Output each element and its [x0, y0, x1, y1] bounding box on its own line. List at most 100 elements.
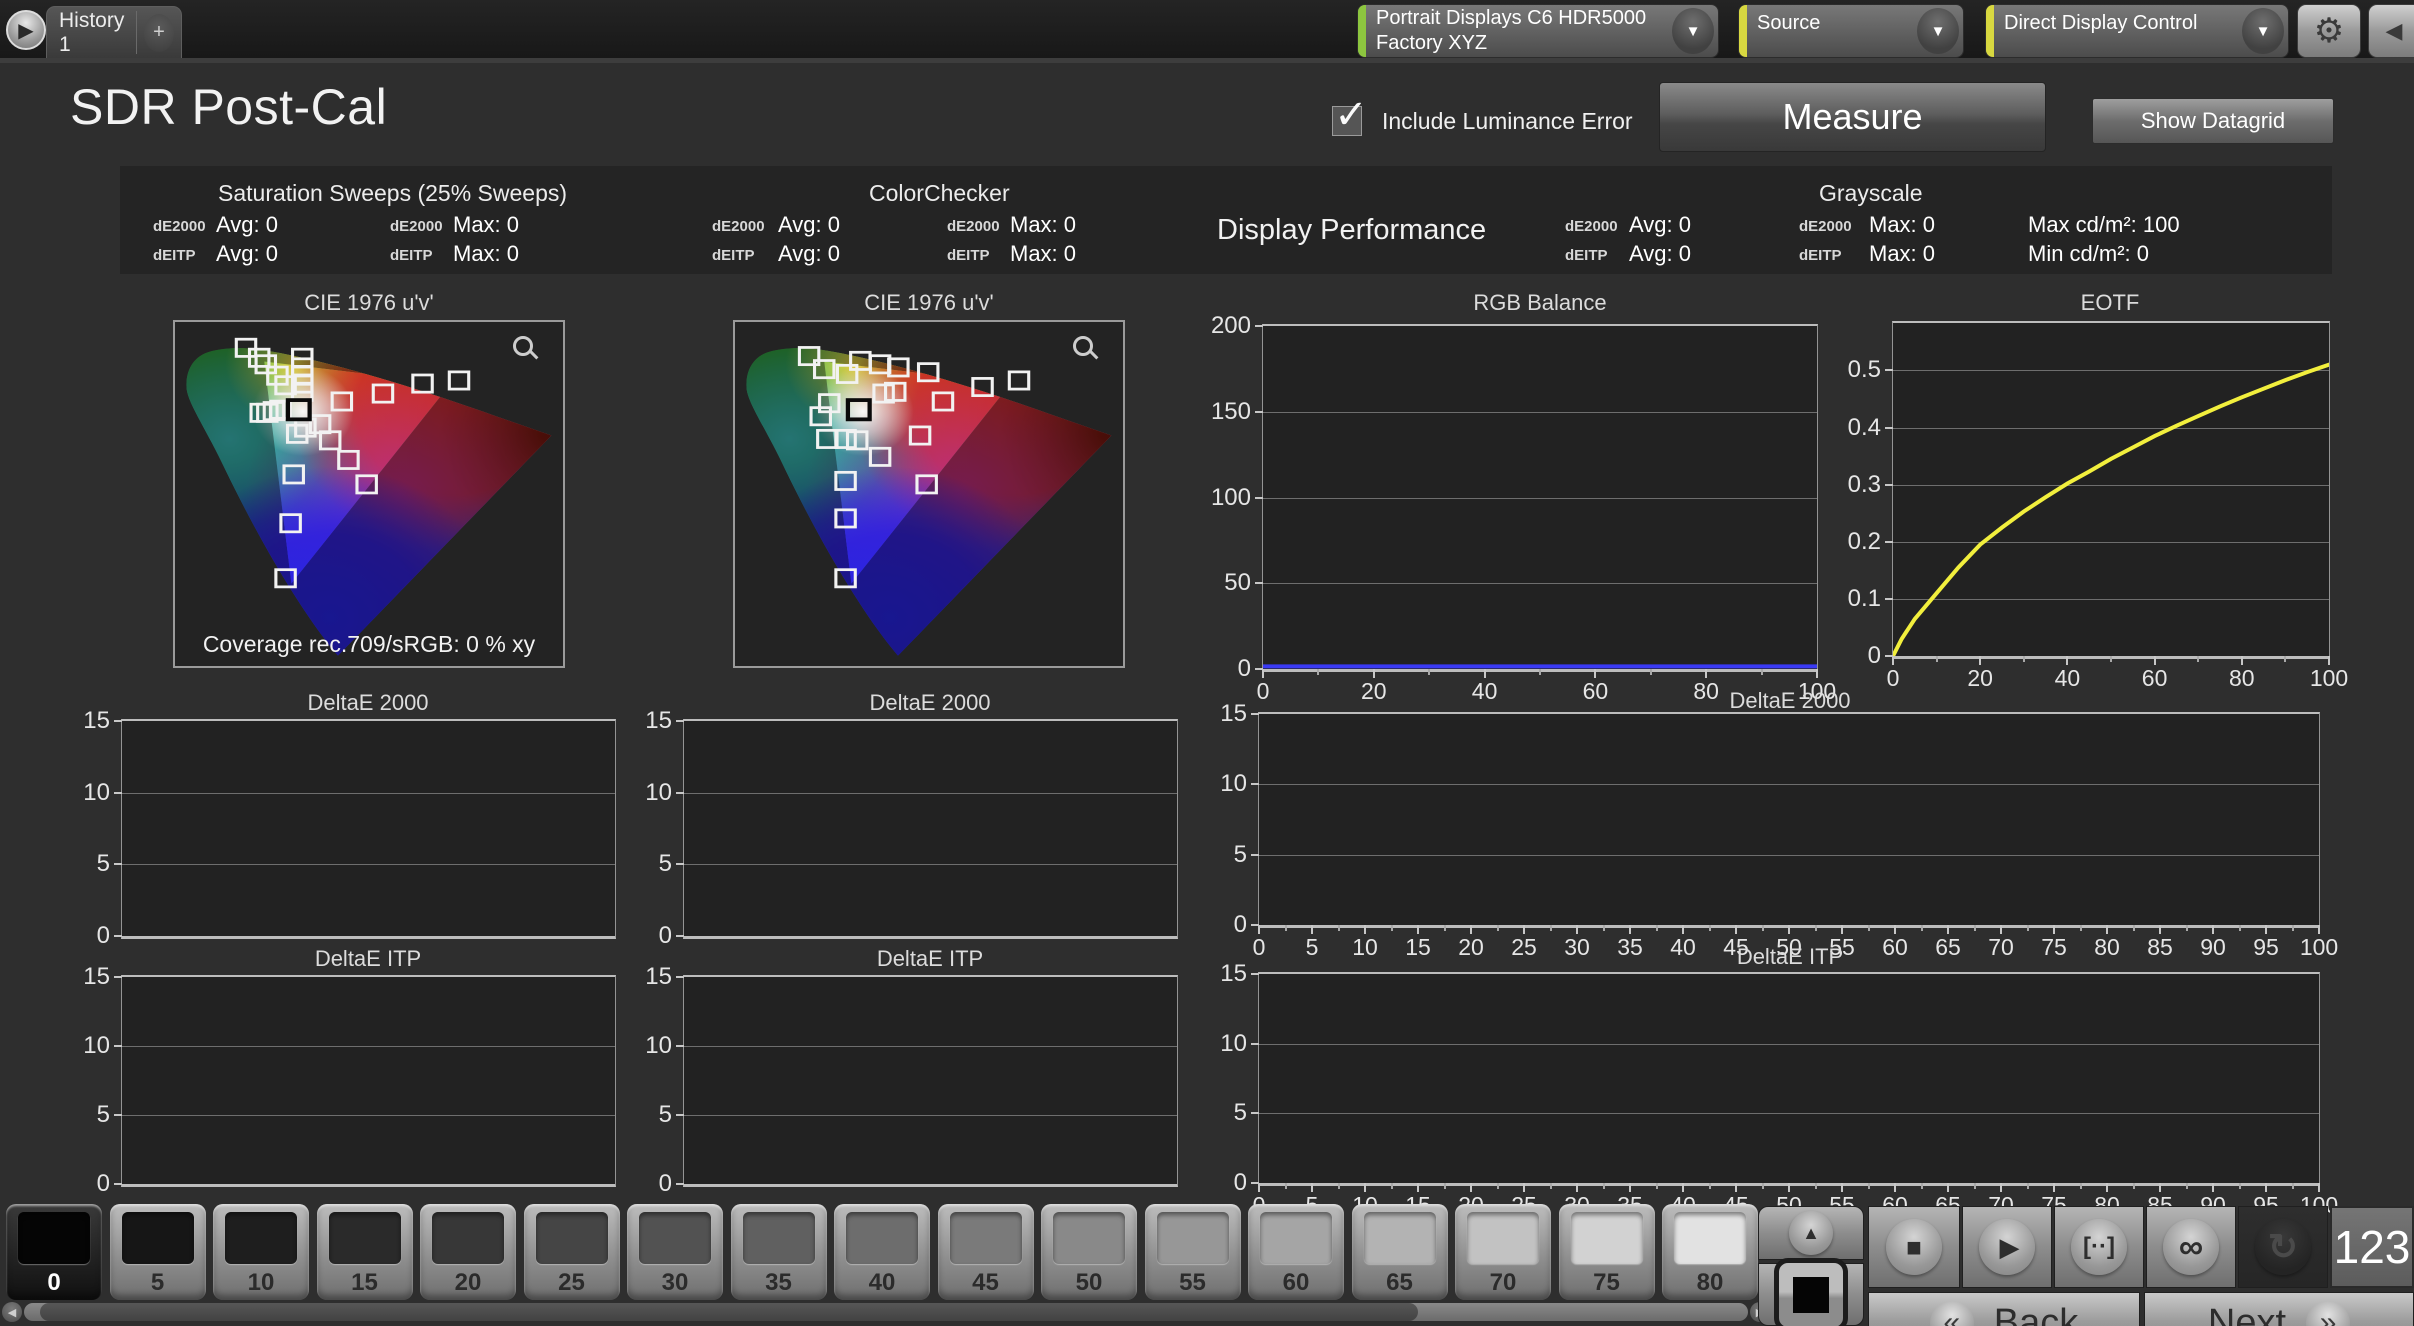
y-tick-label: 5 — [659, 1101, 672, 1129]
chart-title: DeltaE 2000 — [168, 690, 568, 716]
patch-button-45[interactable]: 45 — [938, 1204, 1034, 1300]
scroll-left-button[interactable]: ◀ — [2, 1302, 22, 1322]
x-tick-label: 10 — [1352, 934, 1378, 961]
x-tick-minor — [1391, 925, 1393, 931]
patch-button-5[interactable]: 5 — [110, 1204, 206, 1300]
patch-button-65[interactable]: 65 — [1352, 1204, 1448, 1300]
patch-swatch — [122, 1212, 194, 1264]
patch-button-40[interactable]: 40 — [834, 1204, 930, 1300]
x-tick-minor — [2186, 1183, 2188, 1189]
patch-button-80[interactable]: 80 — [1662, 1204, 1758, 1300]
y-tick-mark — [1255, 325, 1263, 327]
gridline — [684, 1046, 1177, 1047]
magnifier-icon[interactable] — [513, 336, 533, 356]
patch-button-20[interactable]: 20 — [420, 1204, 516, 1300]
stat-value: Avg: 0 — [216, 212, 278, 238]
y-tick-label: 50 — [1224, 569, 1251, 597]
patch-button-60[interactable]: 60 — [1248, 1204, 1344, 1300]
x-tick-minor — [1815, 1183, 1817, 1189]
meter-status-accent — [1358, 5, 1366, 57]
window-position-button[interactable] — [1758, 1263, 1864, 1326]
x-tick-mark — [1262, 669, 1264, 678]
x-tick-minor — [1656, 1183, 1658, 1189]
x-tick-mark — [1373, 669, 1375, 678]
next-chevrons-icon: » — [2306, 1301, 2350, 1326]
x-tick-mark — [1576, 925, 1578, 934]
x-tick-minor — [1428, 669, 1430, 675]
stat-value: Max: 0 — [1010, 241, 1076, 267]
x-tick-label: 25 — [1511, 934, 1537, 961]
de2000-grayscale-plot: 0510150510152025303540455055606570758085… — [1258, 712, 2320, 928]
patch-label: 30 — [627, 1269, 723, 1297]
chart-title: EOTF — [1910, 290, 2310, 316]
play-button[interactable]: ▶ — [1962, 1206, 2052, 1288]
next-button[interactable]: Next » — [2144, 1292, 2414, 1326]
source-dropdown[interactable]: Source ▼ — [1738, 4, 1964, 58]
x-tick-label: 0 — [1253, 934, 1266, 961]
measure-button[interactable]: Measure — [1659, 82, 2046, 152]
chart-title: DeltaE 2000 — [730, 690, 1130, 716]
y-tick-mark — [114, 976, 122, 978]
x-tick-mark — [2265, 925, 2267, 934]
gamut-target-marker — [1009, 372, 1028, 389]
x-tick-label: 100 — [2300, 934, 2338, 961]
y-tick-mark — [114, 792, 122, 794]
x-tick-mark — [1258, 1183, 1260, 1192]
y-tick-mark — [676, 863, 684, 865]
y-tick-label: 0 — [1868, 642, 1881, 670]
patch-button-10[interactable]: 10 — [213, 1204, 309, 1300]
patch-button-50[interactable]: 50 — [1041, 1204, 1137, 1300]
y-tick-label: 5 — [1234, 1099, 1247, 1127]
x-tick-mark — [1947, 925, 1949, 934]
patch-button-15[interactable]: 15 — [317, 1204, 413, 1300]
x-tick-mark — [1841, 925, 1843, 934]
patch-button-55[interactable]: 55 — [1145, 1204, 1241, 1300]
add-tab-button[interactable]: + — [137, 7, 181, 58]
x-tick-mark — [1788, 1183, 1790, 1192]
y-tick-label: 15 — [645, 707, 672, 735]
patch-label: 35 — [731, 1269, 827, 1297]
x-tick-minor — [2186, 925, 2188, 931]
continuous-read-button[interactable]: ∞ — [2146, 1206, 2236, 1288]
read-window-button[interactable]: [··] — [2054, 1206, 2144, 1288]
history-tab[interactable]: History 1 + — [46, 6, 182, 58]
y-tick-mark — [1255, 411, 1263, 413]
meter-dropdown[interactable]: Portrait Displays C6 HDR5000 Factory XYZ… — [1357, 4, 1719, 58]
y-tick-label: 5 — [1234, 841, 1247, 869]
magnifier-icon[interactable] — [1073, 336, 1093, 356]
gridline — [1259, 1044, 2319, 1045]
patch-swatch — [432, 1212, 504, 1264]
patch-button-35[interactable]: 35 — [731, 1204, 827, 1300]
show-datagrid-button[interactable]: Show Datagrid — [2092, 98, 2334, 144]
patch-button-75[interactable]: 75 — [1559, 1204, 1655, 1300]
x-tick-minor — [1868, 925, 1870, 931]
patch-button-70[interactable]: 70 — [1455, 1204, 1551, 1300]
chart-title: DeltaE ITP — [1590, 944, 1990, 970]
chevron-down-icon: ▼ — [1917, 8, 1959, 54]
x-tick-minor — [1974, 1183, 1976, 1189]
patch-scrollbar-thumb[interactable] — [40, 1303, 1418, 1321]
nav-expand-button[interactable]: ▶ — [6, 10, 46, 50]
gridline — [122, 1115, 615, 1116]
y-tick-mark — [676, 792, 684, 794]
patch-scrollbar-track[interactable] — [24, 1303, 1748, 1321]
x-tick-minor — [1761, 669, 1763, 675]
patch-button-25[interactable]: 25 — [524, 1204, 620, 1300]
patch-button-30[interactable]: 30 — [627, 1204, 723, 1300]
coverage-label: Coverage rec.709/sRGB: 0 % xy — [175, 631, 563, 658]
y-tick-label: 200 — [1211, 312, 1251, 340]
saturation-sweeps-title: Saturation Sweeps (25% Sweeps) — [218, 180, 567, 207]
settings-button[interactable]: ⚙ — [2297, 4, 2361, 58]
patch-scroll-up-button[interactable]: ▲ — [1758, 1206, 1864, 1260]
y-tick-label: 10 — [83, 1032, 110, 1060]
stop-button[interactable]: ■ — [1868, 1206, 1960, 1288]
loop-button[interactable]: ↻ — [2238, 1206, 2328, 1288]
panel-collapse-button[interactable]: ◀ — [2368, 4, 2414, 58]
x-tick-minor — [1603, 925, 1605, 931]
display-control-dropdown[interactable]: Direct Display Control ▼ — [1985, 4, 2289, 58]
meter-dropdown-line2: Factory XYZ — [1376, 31, 1672, 56]
patch-button-0[interactable]: 0 — [6, 1204, 102, 1300]
patch-label: 25 — [524, 1269, 620, 1297]
x-tick-mark — [2265, 1183, 2267, 1192]
back-button[interactable]: « Back — [1868, 1292, 2140, 1326]
